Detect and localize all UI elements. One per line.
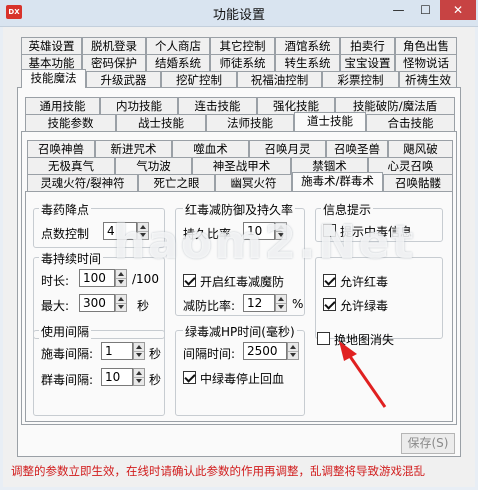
minimize-button[interactable]: — xyxy=(385,0,412,20)
close-button[interactable]: ✕ xyxy=(440,0,476,20)
tab-poison-spell[interactable]: 施毒术/群毒术 xyxy=(292,172,383,191)
maximize-button[interactable]: ☐ xyxy=(412,0,439,20)
dialog-body: 英雄设置 脱机登录 个人商店 其它控制 酒馆系统 拍卖行 角色出售 基本功能 密… xyxy=(3,27,475,487)
watermark: haom2.Net xyxy=(113,215,416,269)
tab-skill-magic[interactable]: 技能魔法 xyxy=(21,69,86,88)
save-button[interactable]: 保存(S) xyxy=(401,433,455,454)
tab-taoist-skills[interactable]: 道士技能 xyxy=(294,112,366,131)
title-bar: DX 功能设置 — ☐ ✕ xyxy=(0,0,478,27)
warning-message: 调整的参数立即生效，在线时请确认此参数的作用再调整，乱调整将导致游戏混乱 xyxy=(11,464,425,478)
